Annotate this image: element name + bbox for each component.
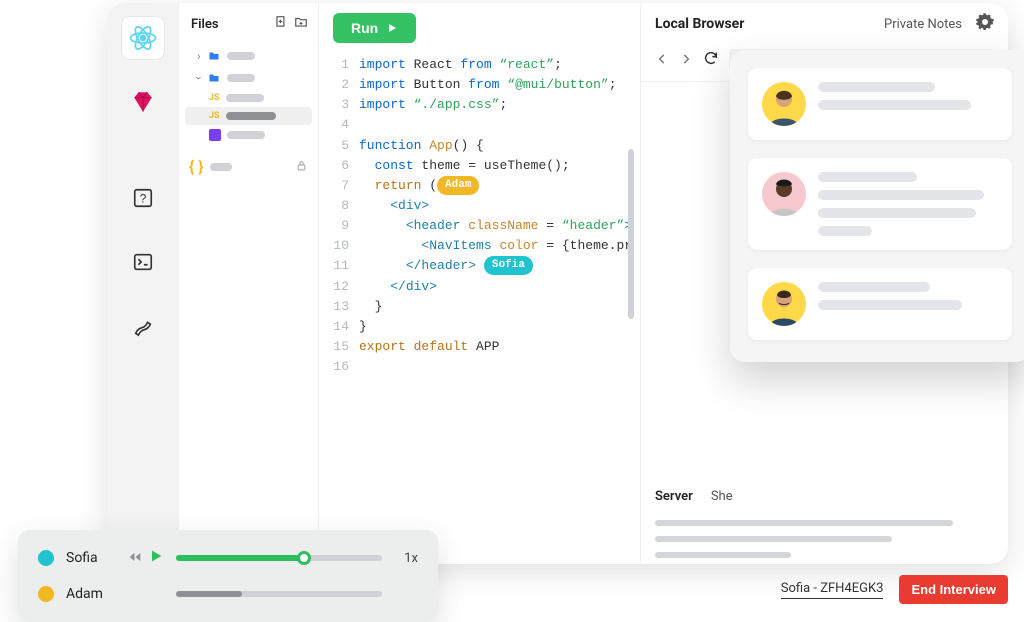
file-tree[interactable]: › › JS JS <box>179 41 318 149</box>
terminal-icon[interactable] <box>122 241 164 283</box>
chat-message[interactable] <box>748 68 1012 140</box>
end-interview-button[interactable]: End Interview <box>899 575 1008 604</box>
editor-panel: Run 12345678910111213141516 import React… <box>319 3 640 564</box>
react-icon[interactable] <box>122 17 164 59</box>
reload-icon[interactable] <box>703 50 719 70</box>
files-header-label: Files <box>191 17 219 32</box>
session-label[interactable]: Sofia - ZFH4EGK3 <box>781 581 884 599</box>
play-icon[interactable] <box>148 548 164 568</box>
playback-row-sofia: Sofia 1x <box>38 548 418 568</box>
playback-track[interactable] <box>176 591 382 597</box>
svg-text:?: ? <box>140 192 147 206</box>
files-panel: Files › › JS JS { } <box>179 3 319 564</box>
nav-back-icon[interactable] <box>655 51 669 70</box>
avatar <box>762 82 806 126</box>
chat-message[interactable] <box>748 268 1012 340</box>
draw-icon[interactable] <box>122 305 164 347</box>
tab-server[interactable]: Server <box>655 489 693 504</box>
gear-icon[interactable] <box>976 13 994 35</box>
ruby-icon[interactable] <box>122 81 164 123</box>
new-file-icon[interactable] <box>274 15 288 33</box>
playback-speed[interactable]: 1x <box>394 551 418 566</box>
chat-panel <box>730 50 1024 362</box>
lock-icon <box>295 157 308 176</box>
console-tabs: Server She <box>641 479 1008 514</box>
code-editor[interactable]: 12345678910111213141516 import React fro… <box>319 49 640 564</box>
playback-row-adam: Adam <box>38 586 418 602</box>
playback-track[interactable] <box>176 555 382 561</box>
new-folder-icon[interactable] <box>294 15 308 33</box>
help-icon[interactable]: ? <box>122 177 164 219</box>
tab-shell[interactable]: She <box>711 489 733 504</box>
chat-message[interactable] <box>748 158 1012 250</box>
nav-forward-icon[interactable] <box>679 51 693 70</box>
user-dot-sofia <box>38 550 54 566</box>
user-dot-adam <box>38 586 54 602</box>
avatar <box>762 282 806 326</box>
tech-sidebar: ? <box>107 3 179 564</box>
run-button[interactable]: Run <box>333 13 416 43</box>
editor-scrollbar[interactable] <box>628 149 634 319</box>
console-output <box>641 514 1008 564</box>
rewind-icon[interactable] <box>126 549 144 568</box>
avatar <box>762 172 806 216</box>
browser-title: Local Browser <box>655 16 744 32</box>
private-notes-link[interactable]: Private Notes <box>884 17 962 32</box>
playback-panel: Sofia 1x Adam <box>18 530 438 622</box>
